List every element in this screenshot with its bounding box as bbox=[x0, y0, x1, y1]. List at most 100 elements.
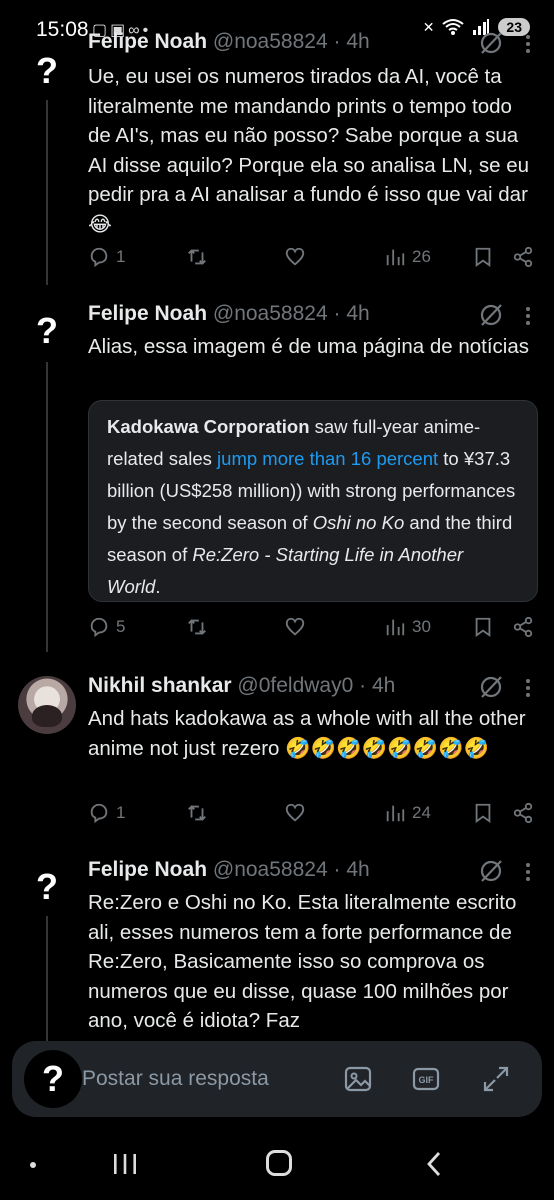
reply-icon bbox=[90, 803, 108, 824]
reply-button[interactable]: 1 bbox=[88, 802, 125, 824]
bookmark-button[interactable] bbox=[472, 802, 494, 824]
share-button[interactable] bbox=[512, 802, 534, 824]
avatar-placeholder: ? bbox=[42, 1058, 64, 1099]
reply-count: 1 bbox=[116, 803, 126, 822]
timestamp[interactable]: 4h bbox=[346, 30, 369, 53]
more-options-icon[interactable] bbox=[524, 304, 532, 326]
bookmark-icon bbox=[475, 617, 491, 638]
avatar-photo bbox=[32, 705, 62, 727]
reply-icon bbox=[90, 247, 108, 268]
indicator-dot-icon bbox=[30, 1162, 36, 1168]
tweet-actions: 5 30 bbox=[88, 616, 538, 646]
quote-text: Kadokawa Corporation saw full-year anime… bbox=[107, 411, 519, 603]
tweet[interactable]: Felipe Noah @noa58824 · 4h Alias, essa i… bbox=[88, 302, 538, 647]
repost-icon bbox=[188, 249, 206, 265]
quote-company: Kadokawa Corporation bbox=[107, 416, 310, 437]
thread-line bbox=[46, 916, 48, 1046]
share-icon bbox=[513, 616, 533, 638]
views-button[interactable]: 26 bbox=[384, 246, 431, 268]
grok-icon[interactable] bbox=[478, 858, 504, 884]
avatar[interactable]: ? bbox=[18, 858, 76, 916]
separator: · bbox=[333, 302, 341, 325]
grok-icon[interactable] bbox=[478, 674, 504, 700]
expand-icon[interactable] bbox=[482, 1065, 510, 1093]
avatar[interactable]: ? bbox=[18, 302, 76, 360]
heart-icon bbox=[285, 617, 305, 636]
recent-apps-icon[interactable] bbox=[111, 1152, 139, 1176]
repost-button[interactable] bbox=[186, 246, 208, 268]
display-name[interactable]: Felipe Noah bbox=[88, 302, 207, 325]
like-button[interactable] bbox=[284, 802, 306, 824]
share-icon bbox=[513, 802, 533, 824]
user-handle[interactable]: @noa58824 bbox=[213, 858, 328, 881]
share-button[interactable] bbox=[512, 246, 534, 268]
tweet-header: Nikhil shankar @0feldway0 · 4h bbox=[88, 674, 538, 704]
avatar[interactable]: ? bbox=[18, 42, 76, 100]
heart-icon bbox=[285, 803, 305, 822]
tweet-header: Felipe Noah @noa58824 · 4h bbox=[88, 30, 538, 60]
bookmark-icon bbox=[475, 247, 491, 268]
tweet-actions: 1 26 bbox=[88, 246, 538, 276]
timestamp[interactable]: 4h bbox=[346, 302, 369, 325]
avatar-placeholder: ? bbox=[36, 50, 58, 91]
home-icon[interactable] bbox=[266, 1150, 292, 1176]
user-handle[interactable]: @noa58824 bbox=[213, 30, 328, 53]
status-time: 15:08 bbox=[36, 18, 89, 41]
tweet[interactable]: Felipe Noah @noa58824 · 4h Ue, eu usei o… bbox=[88, 30, 538, 280]
repost-button[interactable] bbox=[186, 616, 208, 638]
more-options-icon[interactable] bbox=[524, 32, 532, 54]
repost-button[interactable] bbox=[186, 802, 208, 824]
quote-title: Oshi no Ko bbox=[312, 512, 405, 533]
bookmark-button[interactable] bbox=[472, 246, 494, 268]
user-handle[interactable]: @0feldway0 bbox=[237, 674, 353, 697]
tweet-header: Felipe Noah @noa58824 · 4h bbox=[88, 858, 538, 888]
quote-link[interactable]: jump more than 16 percent bbox=[217, 448, 438, 469]
reply-composer[interactable]: ? Postar sua resposta GIF bbox=[12, 1041, 542, 1117]
tweet[interactable]: Nikhil shankar @0feldway0 · 4h And hats … bbox=[88, 674, 538, 834]
view-count: 26 bbox=[412, 247, 431, 266]
timestamp[interactable]: 4h bbox=[346, 858, 369, 881]
separator: · bbox=[333, 858, 341, 881]
views-icon bbox=[386, 619, 405, 636]
views-icon bbox=[386, 805, 405, 822]
repost-icon bbox=[188, 805, 206, 821]
display-name[interactable]: Felipe Noah bbox=[88, 858, 207, 881]
tweet-text: Re:Zero e Oshi no Ko. Esta literalmente … bbox=[88, 891, 517, 1032]
views-button[interactable]: 30 bbox=[384, 616, 431, 638]
share-button[interactable] bbox=[512, 616, 534, 638]
reply-button[interactable]: 1 bbox=[88, 246, 125, 268]
like-button[interactable] bbox=[284, 246, 306, 268]
system-navigation-bar bbox=[0, 1124, 554, 1200]
bookmark-button[interactable] bbox=[472, 616, 494, 638]
image-icon[interactable] bbox=[344, 1065, 372, 1093]
tweet[interactable]: Felipe Noah @noa58824 · 4h Re:Zero e Osh… bbox=[88, 858, 538, 1038]
avatar-placeholder: ? bbox=[36, 310, 58, 351]
avatar-placeholder: ? bbox=[36, 866, 58, 907]
grok-icon[interactable] bbox=[478, 30, 504, 56]
quoted-article-snippet[interactable]: Kadokawa Corporation saw full-year anime… bbox=[88, 400, 538, 602]
composer-avatar: ? bbox=[24, 1050, 82, 1108]
display-name[interactable]: Felipe Noah bbox=[88, 30, 207, 53]
more-options-icon[interactable] bbox=[524, 676, 532, 698]
tweet-actions: 1 24 bbox=[88, 802, 538, 832]
reply-input[interactable]: Postar sua resposta bbox=[82, 1067, 269, 1091]
back-icon[interactable] bbox=[423, 1150, 447, 1178]
grok-icon[interactable] bbox=[478, 302, 504, 328]
share-icon bbox=[513, 246, 533, 268]
tweet-text: And hats kadokawa as a whole with all th… bbox=[88, 707, 526, 760]
views-icon bbox=[386, 249, 405, 266]
avatar[interactable] bbox=[18, 676, 76, 734]
views-button[interactable]: 24 bbox=[384, 802, 431, 824]
more-options-icon[interactable] bbox=[524, 860, 532, 882]
tweet-header: Felipe Noah @noa58824 · 4h bbox=[88, 302, 538, 332]
gif-icon[interactable]: GIF bbox=[412, 1065, 440, 1093]
user-handle[interactable]: @noa58824 bbox=[213, 302, 328, 325]
svg-text:GIF: GIF bbox=[419, 1075, 435, 1085]
repost-icon bbox=[188, 619, 206, 635]
like-button[interactable] bbox=[284, 616, 306, 638]
reply-button[interactable]: 5 bbox=[88, 616, 125, 638]
timestamp[interactable]: 4h bbox=[372, 674, 395, 697]
separator: · bbox=[359, 674, 367, 697]
heart-icon bbox=[285, 247, 305, 266]
display-name[interactable]: Nikhil shankar bbox=[88, 674, 232, 697]
